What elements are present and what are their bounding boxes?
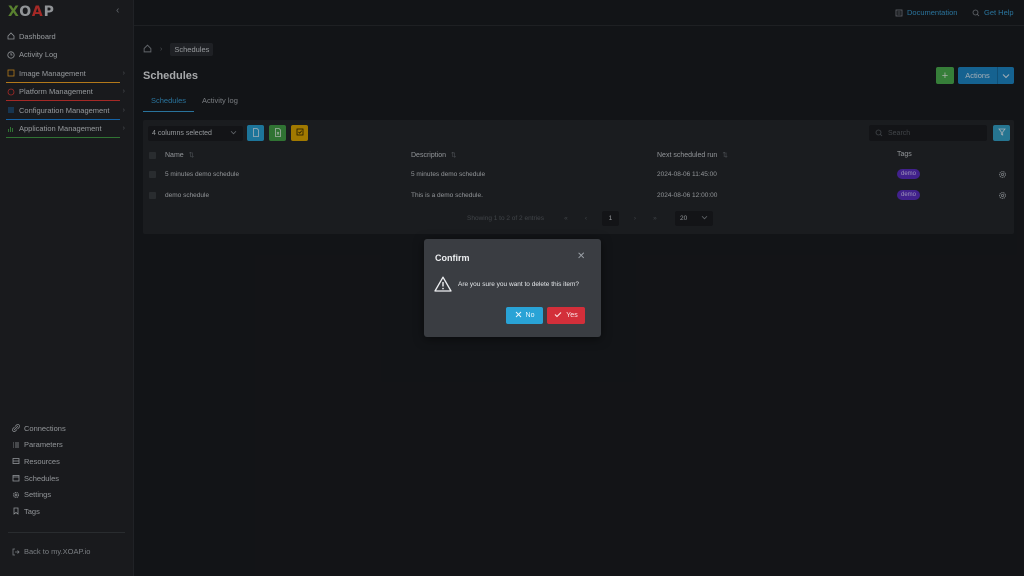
no-button[interactable]: No: [506, 307, 543, 324]
confirm-dialog: Confirm ✕ Are you sure you want to delet…: [424, 239, 601, 337]
close-icon[interactable]: ✕: [577, 251, 585, 262]
yes-label: Yes: [566, 312, 578, 319]
check-icon: [554, 311, 562, 320]
no-label: No: [525, 312, 535, 319]
close-icon: [515, 311, 522, 320]
yes-button[interactable]: Yes: [547, 307, 585, 324]
dialog-title: Confirm: [435, 253, 470, 263]
dialog-message: Are you sure you want to delete this ite…: [458, 281, 580, 288]
warning-icon: [434, 276, 452, 294]
